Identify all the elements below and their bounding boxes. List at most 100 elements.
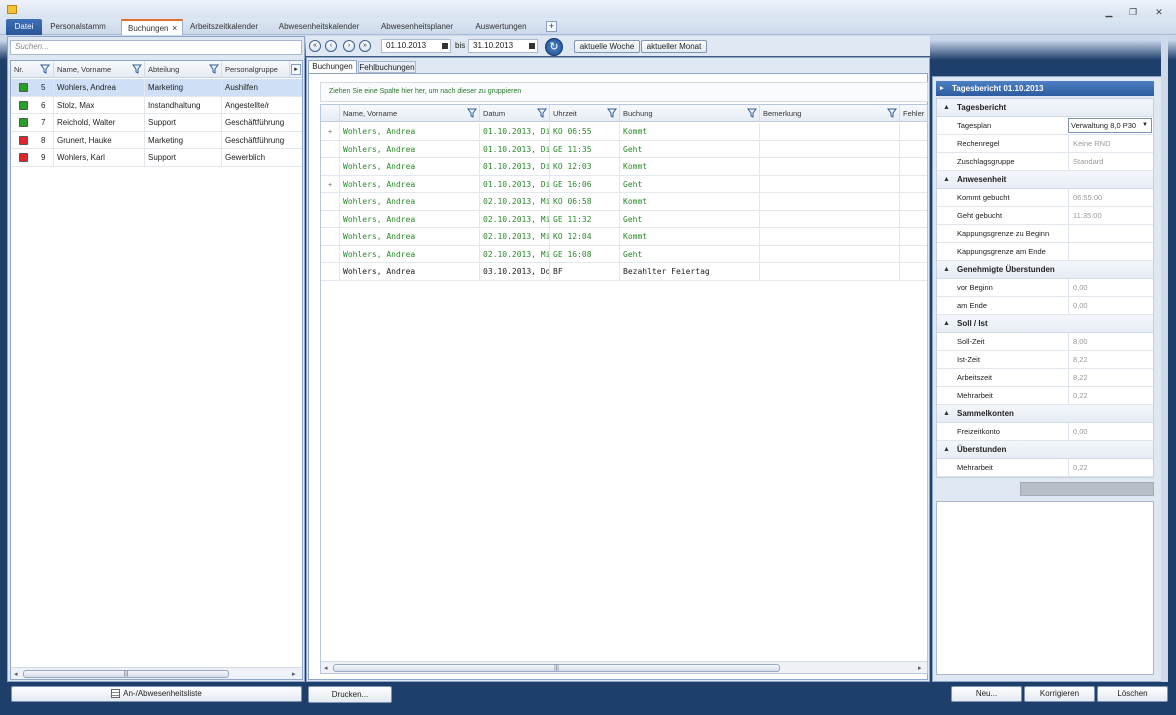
restore-button[interactable]: ❐ <box>1126 7 1140 17</box>
col-booking-time[interactable]: Uhrzeit <box>550 105 620 122</box>
app-icon[interactable] <box>7 5 17 14</box>
scroll-right-icon[interactable]: ▸ <box>918 664 922 672</box>
tagesplan-select[interactable]: Verwaltung 8,0 P30 ▼ <box>1068 118 1152 133</box>
new-button[interactable]: Neu... <box>951 686 1022 702</box>
employee-hscrollbar[interactable]: ◂ ||| ▸ <box>11 667 302 679</box>
date-to-input[interactable]: 31.10.2013 <box>468 39 538 53</box>
table-row[interactable]: 5 Wohlers, Andrea Marketing Aushilfen <box>11 79 302 97</box>
scroll-right-icon[interactable]: ▸ <box>292 670 296 678</box>
filter-icon[interactable] <box>887 108 897 118</box>
prev-page-icon[interactable]: ‹ <box>325 40 337 52</box>
scroll-left-icon[interactable]: ◂ <box>324 664 328 672</box>
expand-cell[interactable] <box>321 193 340 210</box>
table-row[interactable]: Wohlers, Andrea 03.10.2013, Do BF Bezahl… <box>321 263 927 281</box>
print-button[interactable]: Drucken... <box>308 686 392 703</box>
col-nr[interactable]: Nr. <box>11 61 54 78</box>
col-booking-date[interactable]: Datum <box>480 105 550 122</box>
section-collapse-icon[interactable]: ▲ <box>943 405 950 423</box>
table-row[interactable]: Wohlers, Andrea 01.10.2013, Di KO 12:03 … <box>321 158 927 176</box>
report-section[interactable]: ▲ Tagesbericht <box>937 99 1153 117</box>
filter-icon[interactable] <box>607 108 617 118</box>
calendar-icon[interactable] <box>442 43 448 49</box>
col-booking-name[interactable]: Name, Vorname <box>340 105 480 122</box>
calendar-icon[interactable] <box>529 43 535 49</box>
table-row[interactable]: 9 Wohlers, Karl Support Gewerblich <box>11 149 302 167</box>
filter-icon[interactable] <box>132 64 142 74</box>
expand-icon[interactable]: + <box>328 177 332 193</box>
expand-cell[interactable] <box>321 158 340 175</box>
filter-icon[interactable] <box>209 64 219 74</box>
col-abteilung[interactable]: Abteilung <box>145 61 222 78</box>
col-personalgruppe[interactable]: Personalgruppe <box>222 61 290 78</box>
table-row[interactable]: Wohlers, Andrea 02.10.2013, Mi GE 16:08 … <box>321 245 927 263</box>
date-from-input[interactable]: 01.10.2013 <box>381 39 451 53</box>
report-section[interactable]: ▲ Anwesenheit <box>937 171 1153 189</box>
expand-cell[interactable] <box>321 263 340 280</box>
tab-datei[interactable]: Datei <box>6 19 42 35</box>
close-window-button[interactable]: ✕ <box>1152 7 1166 17</box>
correct-button[interactable]: Korrigieren <box>1024 686 1095 702</box>
table-row[interactable]: 8 Grunert, Hauke Marketing Geschäftführu… <box>11 131 302 149</box>
tab-abwesenheitsplaner[interactable]: Abwesenheitsplaner <box>374 19 460 35</box>
table-row[interactable]: Wohlers, Andrea 01.10.2013, Di GE 11:35 … <box>321 140 927 158</box>
tab-abwesenheitskalender[interactable]: Abwesenheitskalender <box>272 19 366 35</box>
col-booking-error[interactable]: Fehler <box>900 105 927 122</box>
report-section[interactable]: ▲ Genehmigte Überstunden <box>937 261 1153 279</box>
group-by-hint[interactable]: Ziehen Sie eine Spalte hier her, um nach… <box>320 82 928 102</box>
col-name[interactable]: Name, Vorname <box>54 61 145 78</box>
expand-cell[interactable] <box>321 245 340 263</box>
section-collapse-icon[interactable]: ▲ <box>943 315 950 333</box>
table-row[interactable]: + Wohlers, Andrea 01.10.2013, Di KO 06:5… <box>321 123 927 141</box>
col-booking-type[interactable]: Buchung <box>620 105 760 122</box>
delete-button[interactable]: Löschen <box>1097 686 1168 702</box>
tab-arbeitszeitkalender[interactable]: Arbeitszeitkalender <box>185 19 263 35</box>
current-week-button[interactable]: aktuelle Woche <box>574 40 640 53</box>
report-section[interactable]: ▲ Überstunden <box>937 441 1153 459</box>
filter-icon[interactable] <box>537 108 547 118</box>
chevron-down-icon[interactable]: ▼ <box>1142 119 1148 132</box>
tab-auswertungen[interactable]: Auswertungen <box>468 19 534 35</box>
search-input[interactable]: Suchen... <box>10 40 302 55</box>
filter-icon[interactable] <box>747 108 757 118</box>
col-booking-remark[interactable]: Bemerkung <box>760 105 900 122</box>
table-row[interactable]: Wohlers, Andrea 02.10.2013, Mi KO 12:04 … <box>321 228 927 246</box>
expand-cell[interactable]: + <box>321 123 340 140</box>
collapse-icon[interactable]: ▸ <box>940 81 944 96</box>
scroll-thumb[interactable]: ||| <box>23 670 229 678</box>
expand-cell[interactable] <box>321 210 340 228</box>
table-row[interactable]: + Wohlers, Andrea 01.10.2013, Di GE 16:0… <box>321 175 927 193</box>
presence-list-button[interactable]: An-/Abwesenheitsliste <box>11 686 302 702</box>
report-notes-area[interactable] <box>936 501 1154 675</box>
first-page-icon[interactable]: « <box>309 40 321 52</box>
refresh-icon[interactable]: ↻ <box>545 38 563 56</box>
expand-cell[interactable] <box>321 140 340 158</box>
expand-cell[interactable]: + <box>321 175 340 193</box>
section-collapse-icon[interactable]: ▲ <box>943 99 950 117</box>
bookings-hscrollbar[interactable]: ◂ ||| ▸ <box>321 661 927 673</box>
right-scrollbar[interactable] <box>1161 36 1168 682</box>
filter-icon[interactable] <box>40 64 50 74</box>
add-tab-button[interactable]: + <box>546 21 557 32</box>
report-section[interactable]: ▲ Soll / Ist <box>937 315 1153 333</box>
minimize-button[interactable]: ▁ <box>1102 7 1116 17</box>
subtab-fehlbuchungen[interactable]: Fehlbuchungen <box>358 61 416 73</box>
scroll-left-icon[interactable]: ◂ <box>14 670 18 678</box>
last-page-icon[interactable]: » <box>359 40 371 52</box>
column-chooser-icon[interactable]: ▸ <box>291 64 301 75</box>
tab-close-icon[interactable]: × <box>172 21 177 36</box>
scroll-thumb[interactable]: ||| <box>333 664 780 672</box>
table-row[interactable]: Wohlers, Andrea 02.10.2013, Mi GE 11:32 … <box>321 210 927 228</box>
tab-personalstamm[interactable]: Personalstamm <box>44 19 112 35</box>
filter-icon[interactable] <box>467 108 477 118</box>
table-row[interactable]: 6 Stolz, Max Instandhaltung Angestellte/… <box>11 96 302 114</box>
section-collapse-icon[interactable]: ▲ <box>943 441 950 459</box>
subtab-buchungen[interactable]: Buchungen <box>308 60 357 73</box>
expand-cell[interactable] <box>321 228 340 245</box>
table-row[interactable]: Wohlers, Andrea 02.10.2013, Mi KO 06:58 … <box>321 193 927 211</box>
current-month-button[interactable]: aktueller Monat <box>641 40 707 53</box>
report-section[interactable]: ▲ Sammelkonten <box>937 405 1153 423</box>
expand-icon[interactable]: + <box>328 124 332 140</box>
next-page-icon[interactable]: › <box>343 40 355 52</box>
section-collapse-icon[interactable]: ▲ <box>943 261 950 279</box>
tab-buchungen[interactable]: Buchungen × <box>121 19 183 35</box>
